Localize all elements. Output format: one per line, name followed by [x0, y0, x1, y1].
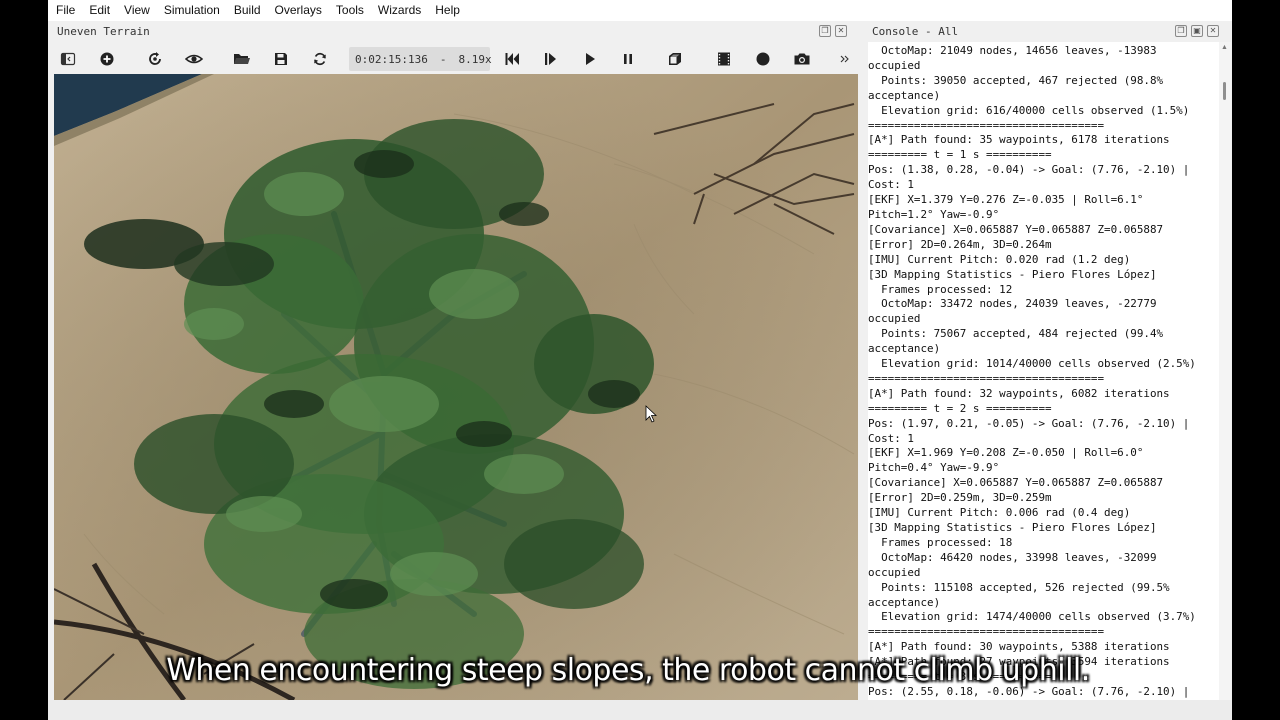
- console-line: ====================================: [868, 625, 1105, 639]
- video-subtitle: When encountering steep slopes, the robo…: [166, 653, 1090, 688]
- menu-edit[interactable]: Edit: [82, 0, 117, 21]
- console-line: Frames processed: 12: [868, 282, 1013, 296]
- console-line: ====================================: [868, 371, 1105, 385]
- console-line: acceptance): [868, 595, 941, 609]
- simulation-speed: 8.19x: [458, 52, 492, 66]
- console-line: occupied: [868, 312, 921, 326]
- console-line: Pos: (1.38, 0.28, -0.04) -> Goal: (7.76,…: [868, 163, 1190, 177]
- console-line: [IMU] Current Pitch: 0.006 rad (0.4 deg): [868, 506, 1131, 520]
- reload-icon[interactable]: [308, 47, 332, 71]
- console-line: [A*] Path found: 32 waypoints, 6082 iter…: [868, 386, 1170, 400]
- console-line: [Error] 2D=0.264m, 3D=0.264m: [868, 237, 1052, 251]
- menu-build[interactable]: Build: [227, 0, 268, 21]
- cube-icon[interactable]: [663, 47, 687, 71]
- console-line: Elevation grid: 1474/40000 cells observe…: [868, 610, 1196, 624]
- menu-overlays[interactable]: Overlays: [268, 0, 329, 21]
- console-line: OctoMap: 21049 nodes, 14656 leaves, -139…: [868, 44, 1157, 57]
- console-line: [Covariance] X=0.065887 Y=0.065887 Z=0.0…: [868, 222, 1164, 236]
- scroll-thumb[interactable]: [1223, 82, 1226, 100]
- console-line: [3D Mapping Statistics - Piero Flores Ló…: [868, 267, 1157, 281]
- restore-panel-icon[interactable]: ▣: [1191, 25, 1203, 37]
- simulation-time: 0:02:15:136: [355, 52, 428, 66]
- console-scrollbar[interactable]: ▲: [1219, 42, 1231, 700]
- float-panel-icon[interactable]: ❐: [819, 25, 831, 37]
- console-line: ========= t = 1 s ==========: [868, 148, 1052, 162]
- film-icon[interactable]: [712, 47, 736, 71]
- menu-simulation[interactable]: Simulation: [157, 0, 227, 21]
- camera-icon[interactable]: [790, 47, 814, 71]
- console-line: OctoMap: 33472 nodes, 24039 leaves, -227…: [868, 297, 1157, 311]
- console-line: [A*] Path found: 35 waypoints, 6178 iter…: [868, 133, 1170, 147]
- viewport-title: Uneven Terrain: [57, 25, 150, 38]
- menu-wizards[interactable]: Wizards: [371, 0, 428, 21]
- console-line: [IMU] Current Pitch: 0.020 rad (1.2 deg): [868, 252, 1131, 266]
- console-title: Console - All: [872, 25, 959, 38]
- 3d-viewport[interactable]: [54, 74, 858, 700]
- step-icon[interactable]: [539, 47, 563, 71]
- console-log-text: OctoMap: 21049 nodes, 14656 leaves, -139…: [868, 42, 1219, 700]
- console-line: Pos: (1.97, 0.21, -0.05) -> Goal: (7.76,…: [868, 416, 1190, 430]
- viewport-panel: Uneven Terrain ❐ ✕ 0:02:15:136 - 8.19x: [48, 21, 862, 700]
- play-icon[interactable]: [578, 47, 602, 71]
- step-back-icon[interactable]: [500, 47, 524, 71]
- console-line: [3D Mapping Statistics - Piero Flores Ló…: [868, 521, 1157, 534]
- console-line: OctoMap: 46420 nodes, 33998 leaves, -320…: [868, 550, 1157, 564]
- status-bar: [48, 700, 1232, 720]
- eye-icon[interactable]: [182, 47, 206, 71]
- console-line: ====================================: [868, 118, 1105, 132]
- record-icon[interactable]: [751, 47, 775, 71]
- save-icon[interactable]: [269, 47, 293, 71]
- scroll-up-icon[interactable]: ▲: [1221, 44, 1228, 51]
- viewport-window-buttons: ❐ ✕: [819, 25, 847, 37]
- console-line: occupied: [868, 58, 921, 72]
- time-separator: -: [439, 52, 447, 66]
- console-output[interactable]: OctoMap: 21049 nodes, 14656 leaves, -139…: [868, 42, 1219, 700]
- terrain-scene: [54, 74, 858, 700]
- pause-icon[interactable]: [616, 47, 640, 71]
- console-line: occupied: [868, 565, 921, 579]
- console-line: Frames processed: 18: [868, 535, 1013, 549]
- reset-view-icon[interactable]: [143, 47, 167, 71]
- overflow-chevron-icon[interactable]: [838, 47, 852, 71]
- viewport-toolbar: 0:02:15:136 - 8.19x: [48, 45, 862, 73]
- console-line: ========= t = 2 s ==========: [868, 401, 1052, 415]
- console-line: Cost: 1: [868, 431, 914, 445]
- console-line: Cost: 1: [868, 178, 914, 192]
- menu-tools[interactable]: Tools: [329, 0, 371, 21]
- open-folder-icon[interactable]: [230, 47, 254, 71]
- console-line: Elevation grid: 616/40000 cells observed…: [868, 103, 1190, 117]
- menu-help[interactable]: Help: [428, 0, 467, 21]
- console-window-buttons: ❐ ▣ ✕: [1175, 25, 1219, 37]
- console-line: [Covariance] X=0.065887 Y=0.065887 Z=0.0…: [868, 476, 1164, 490]
- console-line: Elevation grid: 1014/40000 cells observe…: [868, 357, 1196, 371]
- console-line: [EKF] X=1.379 Y=0.276 Z=-0.035 | Roll=6.…: [868, 193, 1144, 207]
- console-line: [Error] 2D=0.259m, 3D=0.259m: [868, 491, 1052, 505]
- console-line: Points: 39050 accepted, 467 rejected (98…: [868, 73, 1164, 87]
- console-line: acceptance): [868, 88, 941, 102]
- console-line: [EKF] X=1.969 Y=0.208 Z=-0.050 | Roll=6.…: [868, 446, 1144, 460]
- float-panel-icon[interactable]: ❐: [1175, 25, 1187, 37]
- console-line: acceptance): [868, 342, 941, 356]
- console-panel: Console - All ❐ ▣ ✕ OctoMap: 21049 nodes…: [862, 21, 1232, 700]
- sidebar-toggle-icon[interactable]: [56, 47, 80, 71]
- console-line: Points: 115108 accepted, 526 rejected (9…: [868, 580, 1170, 594]
- console-line: Pitch=0.4° Yaw=-9.9°: [868, 461, 1000, 475]
- simulation-time-display: 0:02:15:136 - 8.19x: [349, 47, 492, 71]
- close-panel-icon[interactable]: ✕: [1207, 25, 1219, 37]
- close-panel-icon[interactable]: ✕: [835, 25, 847, 37]
- console-line: Points: 75067 accepted, 484 rejected (99…: [868, 327, 1164, 341]
- menu-bar: File Edit View Simulation Build Overlays Tools…: [48, 0, 1232, 21]
- menu-file[interactable]: File: [48, 0, 82, 21]
- menu-view[interactable]: View: [117, 0, 157, 21]
- console-line: Pitch=1.2° Yaw=-0.9°: [868, 207, 1000, 221]
- simulator-window: File Edit View Simulation Build Overlays Tools…: [48, 0, 1232, 720]
- add-object-icon[interactable]: [95, 47, 119, 71]
